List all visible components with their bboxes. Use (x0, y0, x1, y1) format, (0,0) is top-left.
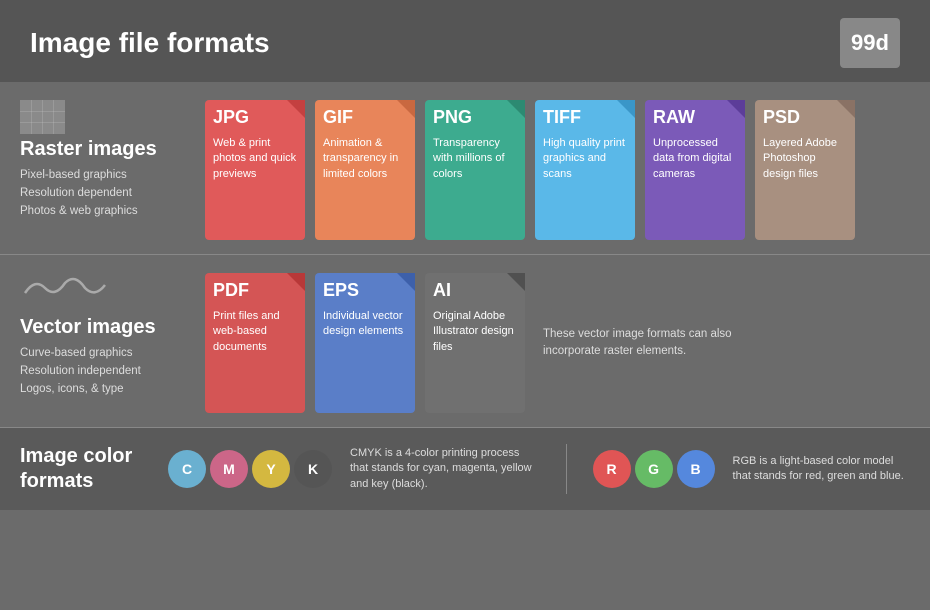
raster-icon (20, 100, 195, 130)
card-tiff-desc: High quality print graphics and scans (543, 136, 627, 182)
circle-g: G (635, 450, 673, 488)
card-png: PNG Transparency with millions of colors (425, 100, 525, 240)
card-eps-desc: Individual vector design elements (323, 309, 407, 340)
color-divider (566, 444, 567, 494)
card-raw-label: RAW (645, 107, 695, 132)
card-gif-label: GIF (315, 107, 353, 132)
card-png-label: PNG (425, 107, 472, 132)
card-jpg-desc: Web & print photos and quick previews (213, 136, 297, 182)
vector-line1: Curve-based graphics (20, 345, 195, 363)
card-raw-desc: Unprocessed data from digital cameras (653, 136, 737, 182)
raster-cards: JPG Web & print photos and quick preview… (205, 100, 910, 240)
vector-line2: Resolution independent (20, 363, 195, 381)
card-psd: PSD Layered Adobe Photoshop design files (755, 100, 855, 240)
color-formats-heading: Image color formats (20, 444, 150, 494)
raster-line2: Resolution dependent (20, 185, 195, 203)
card-psd-label: PSD (755, 107, 800, 132)
card-ai-label: AI (425, 280, 451, 305)
card-tiff: TIFF High quality print graphics and sca… (535, 100, 635, 240)
vector-section: Vector images Curve-based graphics Resol… (0, 255, 930, 427)
card-pdf-desc: Print files and web-based documents (213, 309, 297, 355)
raster-heading: Raster images (20, 138, 195, 161)
vector-note: These vector image formats can also inco… (543, 326, 753, 359)
raster-section: Raster images Pixel-based graphics Resol… (0, 82, 930, 255)
card-ai-desc: Original Adobe Illustrator design files (433, 309, 517, 355)
card-gif: GIF Animation & transparency in limited … (315, 100, 415, 240)
card-pdf-label: PDF (205, 280, 249, 305)
card-jpg: JPG Web & print photos and quick preview… (205, 100, 305, 240)
circle-c: C (168, 450, 206, 488)
raster-line1: Pixel-based graphics (20, 167, 195, 185)
circle-m: M (210, 450, 248, 488)
card-pdf: PDF Print files and web-based documents (205, 273, 305, 413)
card-eps-label: EPS (315, 280, 359, 305)
raster-line3: Photos & web graphics (20, 203, 195, 221)
card-ai: AI Original Adobe Illustrator design fil… (425, 273, 525, 413)
vector-cards: PDF Print files and web-based documents … (205, 273, 910, 413)
card-eps: EPS Individual vector design elements (315, 273, 415, 413)
cmyk-circles: C M Y K (168, 450, 332, 488)
card-psd-desc: Layered Adobe Photoshop design files (763, 136, 847, 182)
rgb-desc: RGB is a light-based color model that st… (733, 454, 910, 485)
logo: 99d (840, 18, 900, 68)
circle-r: R (593, 450, 631, 488)
color-formats-section: Image color formats C M Y K CMYK is a 4-… (0, 427, 930, 510)
circle-y: Y (252, 450, 290, 488)
cmyk-desc: CMYK is a 4-color printing process that … (350, 446, 540, 492)
card-gif-desc: Animation & transparency in limited colo… (323, 136, 407, 182)
card-raw: RAW Unprocessed data from digital camera… (645, 100, 745, 240)
vector-line3: Logos, icons, & type (20, 381, 195, 399)
page-title: Image file formats (30, 27, 270, 59)
circle-k: K (294, 450, 332, 488)
rgb-circles: R G B (593, 450, 715, 488)
card-png-desc: Transparency with millions of colors (433, 136, 517, 182)
circle-b: B (677, 450, 715, 488)
vector-heading: Vector images (20, 316, 195, 339)
vector-label: Vector images Curve-based graphics Resol… (20, 273, 205, 413)
color-formats-title: Image color formats (20, 444, 150, 494)
card-jpg-label: JPG (205, 107, 249, 132)
vector-icon (20, 273, 195, 308)
header: Image file formats 99d (0, 0, 930, 82)
card-tiff-label: TIFF (535, 107, 581, 132)
raster-label: Raster images Pixel-based graphics Resol… (20, 100, 205, 240)
